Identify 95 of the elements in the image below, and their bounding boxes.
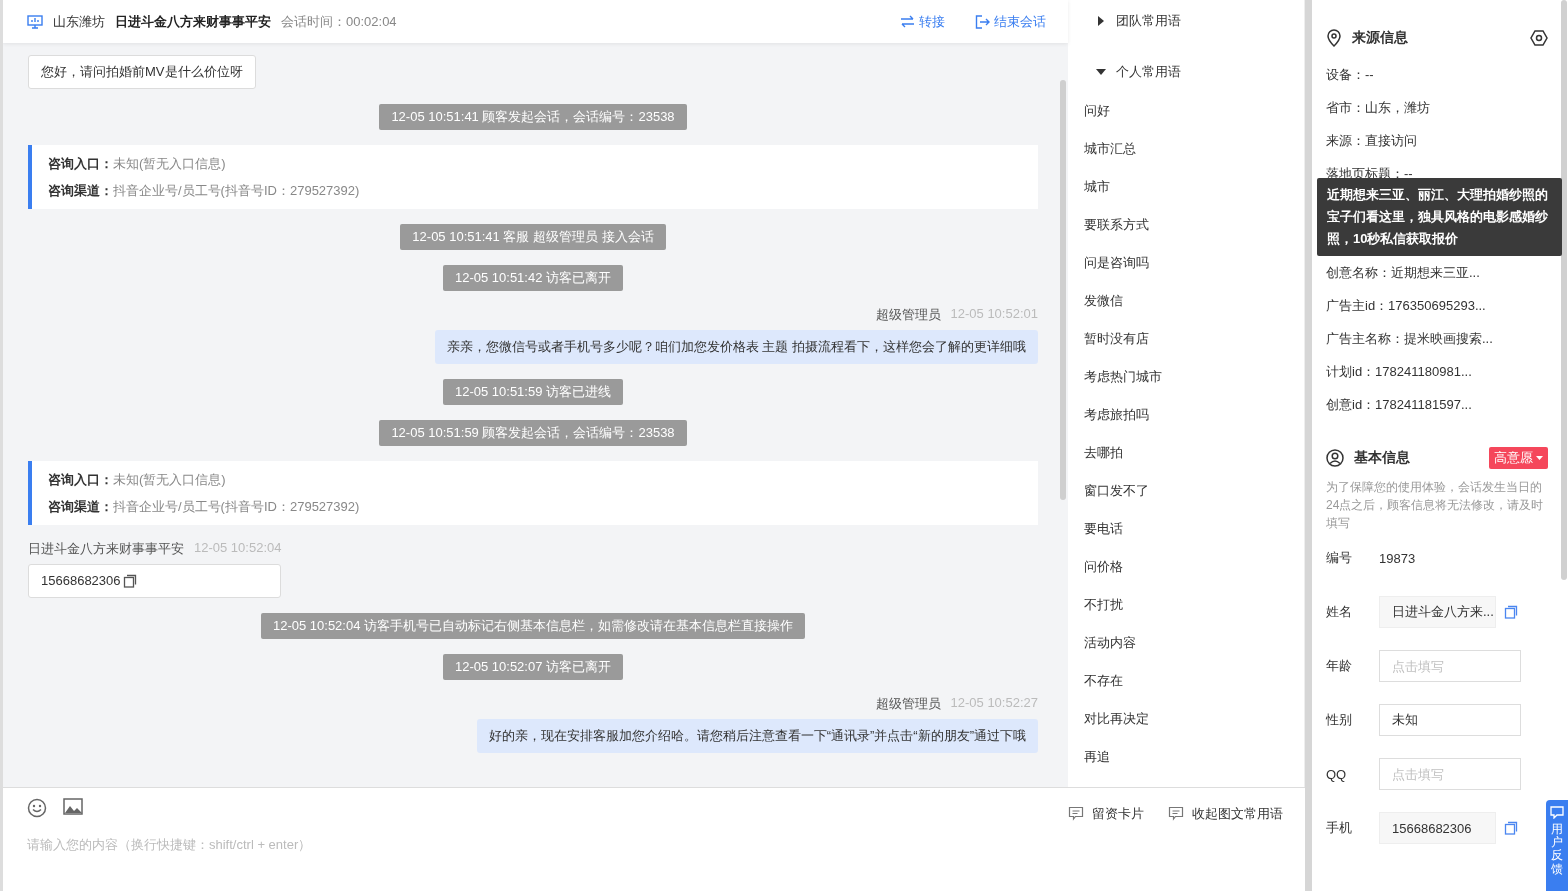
- section-title: 来源信息: [1352, 29, 1408, 47]
- agent-message: 好的亲，现在安排客服加您介绍哈。请您稍后注意查看一下“通讯录”并点击“新的朋友”通过下哦: [476, 719, 1038, 753]
- monitor-icon: [27, 14, 43, 29]
- system-notice: 12-05 10:52:07 访客已离开: [442, 654, 624, 680]
- field-label: 手机: [1326, 819, 1353, 837]
- info-label: 咨询渠道：: [48, 498, 113, 515]
- copy-icon[interactable]: [122, 574, 137, 588]
- image-icon[interactable]: [63, 798, 83, 816]
- system-notice: 12-05 10:51:59 顾客发起会话，会话编号：23538: [379, 420, 687, 446]
- customer-message: 您好，请问拍婚前MV是什么价位呀: [28, 55, 256, 89]
- phrase-action-button[interactable]: 收起图文常用语: [1168, 801, 1283, 826]
- agent-message: 亲亲，您微信号或者手机号多少呢？咱们加您发价格表 主题 拍摄流程看下，这样您会了解的更详细哦: [434, 330, 1038, 364]
- readonly-field: 15668682306: [1379, 812, 1496, 844]
- input-field[interactable]: 未知: [1379, 704, 1521, 736]
- field-label: 年龄: [1326, 657, 1353, 675]
- section-title: 基本信息: [1354, 449, 1410, 467]
- phrase-item[interactable]: 城市: [1084, 176, 1304, 198]
- phrase-item[interactable]: 活动内容: [1084, 632, 1304, 654]
- phrase-group[interactable]: 团队常用语: [1096, 12, 1304, 30]
- caret-icon: [1096, 16, 1106, 26]
- phrase-item[interactable]: 暂时没有店: [1084, 328, 1304, 350]
- phrase-action-button[interactable]: 留资卡片: [1068, 801, 1144, 826]
- source-row-text: 广告主名称：提米映画搜索...: [1326, 330, 1494, 348]
- system-notice: 12-05 10:52:04 访客手机号已自动标记右侧基本信息栏，如需修改请在基本信息栏直接操作: [260, 613, 806, 639]
- visitor-name: 日进斗金八方来财事事平安: [115, 12, 271, 31]
- source-row-text: 创意名称：近期想来三亚...: [1326, 264, 1481, 282]
- copy-icon[interactable]: [1504, 821, 1518, 835]
- system-notice: 12-05 10:51:41 客服 超级管理员 接入会话: [400, 224, 666, 250]
- field-label: QQ: [1326, 766, 1348, 782]
- exit-icon: [975, 14, 990, 29]
- copy-icon[interactable]: [1504, 605, 1518, 619]
- message-time: 12-05 10:52:01: [950, 306, 1038, 323]
- info-value: 未知(暂无入口信息): [113, 155, 226, 172]
- source-row-text: 计划id：178241180981...: [1326, 363, 1473, 381]
- phrase-item[interactable]: 问价格: [1084, 556, 1304, 578]
- message-time: 12-05 10:52:04: [194, 540, 282, 557]
- phrase-item[interactable]: 考虑旅拍吗: [1084, 404, 1304, 426]
- phrase-item[interactable]: 要联系方式: [1084, 214, 1304, 236]
- transfer-button[interactable]: 转接: [900, 12, 945, 31]
- field-value: 19873: [1379, 550, 1416, 566]
- sender-name: 超级管理员: [875, 306, 941, 324]
- phrase-item[interactable]: 窗口发不了: [1084, 480, 1304, 502]
- visitor-location: 山东潍坊: [53, 12, 105, 31]
- field-label: 姓名: [1326, 603, 1353, 621]
- phrase-item[interactable]: 再追: [1084, 746, 1304, 768]
- phrase-item[interactable]: 问好: [1084, 100, 1304, 122]
- system-notice: 12-05 10:51:41 顾客发起会话，会话编号：23538: [379, 104, 687, 130]
- phrase-item[interactable]: 城市汇总: [1084, 138, 1304, 160]
- input-field[interactable]: 点击填写: [1379, 758, 1521, 790]
- sender-name: 超级管理员: [875, 695, 941, 713]
- phrase-item[interactable]: 考虑热门城市: [1084, 366, 1304, 388]
- caret-icon: [1096, 67, 1106, 77]
- source-row-text: 来源：直接访问: [1326, 132, 1418, 150]
- info-label: 咨询入口：: [48, 155, 113, 172]
- location-pin-icon: [1326, 29, 1342, 47]
- source-row-text: 省市：山东，潍坊: [1326, 99, 1431, 117]
- phrase-item[interactable]: 不存在: [1084, 670, 1304, 692]
- system-notice: 12-05 10:51:59 访客已进线: [442, 379, 624, 405]
- source-row-text: 创意id：178241181597...: [1326, 396, 1473, 414]
- phrase-item[interactable]: 去哪拍: [1084, 442, 1304, 464]
- phrase-item[interactable]: 对比再决定: [1084, 708, 1304, 730]
- chat-bubble-icon: [1550, 806, 1564, 819]
- field-label: 性别: [1326, 711, 1353, 729]
- readonly-field: 日进斗金八方来...: [1379, 596, 1496, 628]
- sender-name: 日进斗金八方来财事事平安: [28, 540, 184, 558]
- settings-icon[interactable]: [1530, 29, 1548, 47]
- info-label: 咨询入口：: [48, 471, 113, 488]
- message-icon: [1068, 806, 1084, 821]
- intent-tag[interactable]: 高意愿: [1489, 447, 1548, 469]
- source-row-text: 广告主id：176350695293...: [1326, 297, 1487, 315]
- source-row-text: 设备：--: [1326, 66, 1375, 84]
- swap-icon: [900, 15, 915, 28]
- message-icon: [1168, 806, 1184, 821]
- emoji-icon[interactable]: [27, 798, 47, 818]
- info-value: 抖音企业号/员工号(抖音号ID：279527392): [113, 182, 360, 199]
- info-value: 未知(暂无入口信息): [113, 471, 226, 488]
- notice-text: 为了保障您的使用体验，会话发生当日的24点之后，顾客信息将无法修改，请及时填写: [1326, 479, 1545, 532]
- feedback-button[interactable]: 用户反馈: [1546, 800, 1568, 891]
- info-value: 抖音企业号/员工号(抖音号ID：279527392): [113, 498, 360, 515]
- phrase-item[interactable]: 不打扰: [1084, 594, 1304, 616]
- phrase-item[interactable]: 发微信: [1084, 290, 1304, 312]
- caret-icon: [1536, 455, 1543, 461]
- info-label: 咨询渠道：: [48, 182, 113, 199]
- input-field[interactable]: 点击填写: [1379, 650, 1521, 682]
- field-label: 编号: [1326, 549, 1353, 567]
- tooltip: 近期想来三亚、丽江、大理拍婚纱照的宝子们看这里，独具风格的电影感婚纱照，10秒私信获取报价: [1317, 178, 1562, 256]
- phrase-item[interactable]: 要电话: [1084, 518, 1304, 540]
- phrase-group[interactable]: 个人常用语: [1096, 63, 1304, 81]
- phrase-item[interactable]: 问是咨询吗: [1084, 252, 1304, 274]
- customer-message: 15668682306: [28, 564, 282, 598]
- end-session-button[interactable]: 结束会话: [975, 12, 1046, 31]
- session-duration: 会话时间：00:02:04: [281, 12, 397, 31]
- user-icon: [1326, 449, 1344, 467]
- system-notice: 12-05 10:51:42 访客已离开: [442, 265, 624, 291]
- message-time: 12-05 10:52:27: [950, 695, 1038, 712]
